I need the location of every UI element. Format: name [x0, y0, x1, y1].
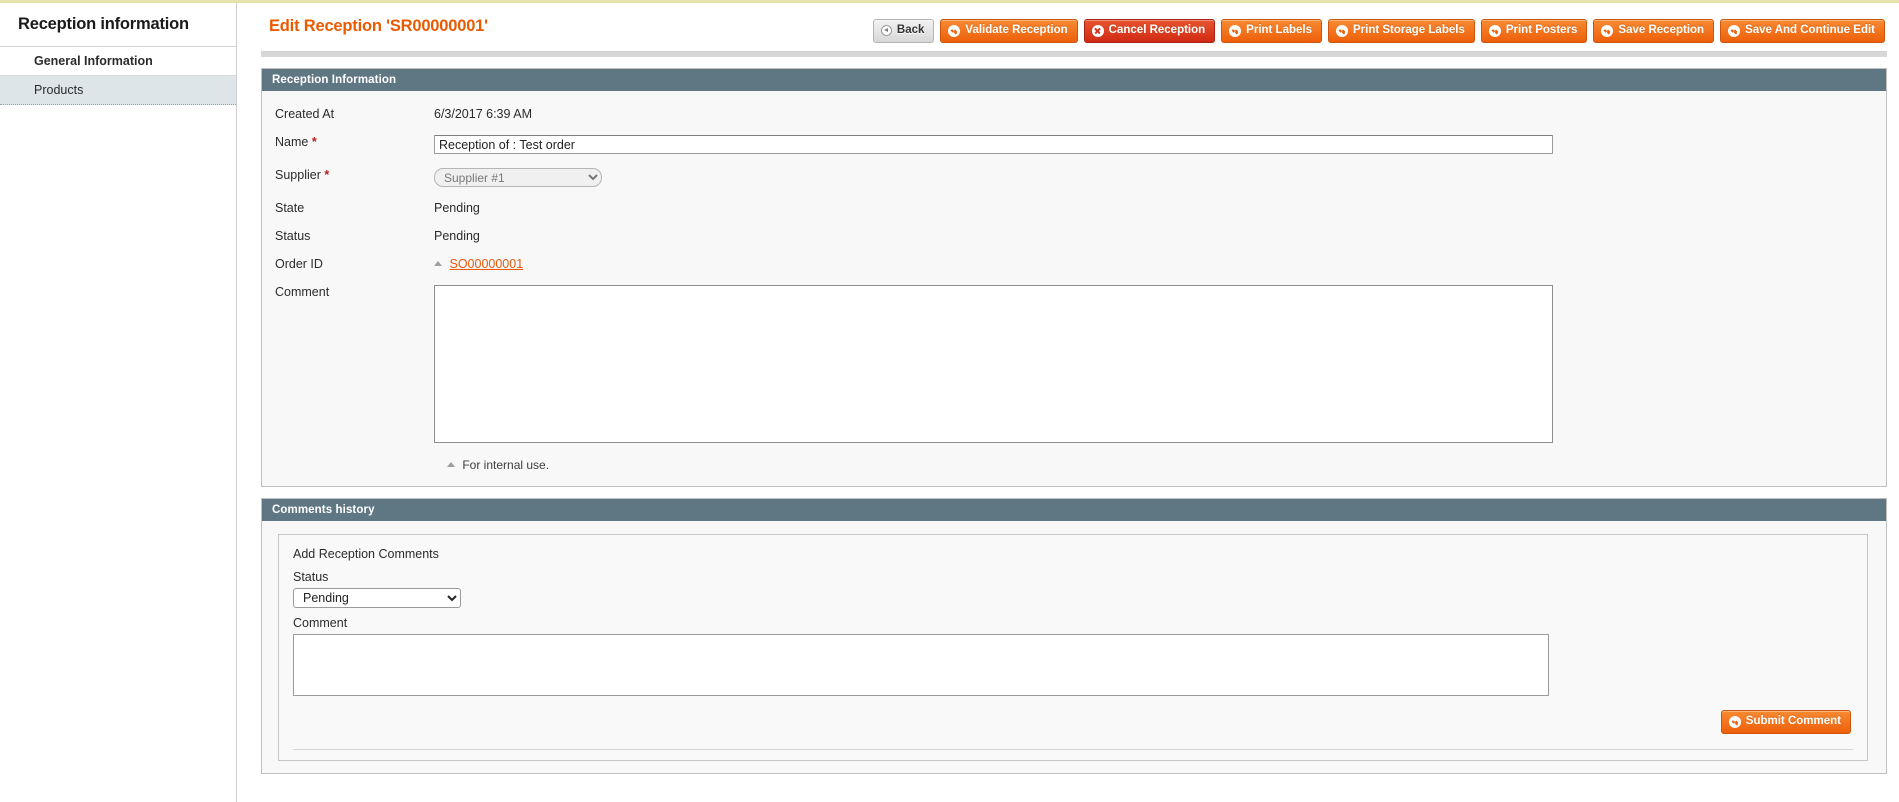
sidebar-title: Reception information — [0, 3, 236, 47]
button-label: Submit Comment — [1745, 715, 1841, 727]
validate-reception-button[interactable]: Validate Reception — [940, 19, 1078, 43]
comment-status-label: Status — [293, 570, 329, 584]
button-label: Validate Reception — [965, 24, 1068, 36]
field-label: Name * — [262, 133, 434, 149]
button-label: Print Storage Labels — [1353, 24, 1465, 36]
save-reception-button[interactable]: Save Reception — [1593, 19, 1715, 43]
add-comment-box: Add Reception Comments Status Pending Co… — [278, 534, 1868, 761]
page-header: Edit Reception 'SR00000001' Back Validat… — [261, 3, 1887, 43]
button-label: Save Reception — [1618, 24, 1705, 36]
field-label-text: Name — [275, 135, 309, 149]
field-label: Order ID — [275, 257, 323, 271]
cross-circle-icon — [1091, 24, 1104, 37]
field-created-at: Created At 6/3/2017 6:39 AM — [262, 105, 1886, 121]
print-posters-button[interactable]: Print Posters — [1480, 19, 1588, 43]
print-labels-button[interactable]: Print Labels — [1221, 19, 1322, 43]
field-label: Status — [275, 229, 311, 243]
state-value: Pending — [434, 201, 480, 215]
field-label-text: Supplier — [275, 168, 321, 182]
button-label: Save And Continue Edit — [1745, 24, 1875, 36]
field-label: Created At — [275, 107, 335, 121]
field-comment: Comment — [262, 283, 1886, 446]
comment-note: For internal use. — [262, 458, 1886, 472]
field-status: Status Pending — [262, 227, 1886, 243]
check-circle-icon — [1728, 24, 1741, 37]
comments-divider — [293, 749, 1853, 750]
main-content: Edit Reception 'SR00000001' Back Validat… — [237, 3, 1899, 802]
triangle-up-icon — [447, 462, 455, 468]
field-supplier: Supplier * Supplier #1 — [262, 166, 1886, 187]
created-at-value: 6/3/2017 6:39 AM — [434, 107, 532, 121]
back-arrow-icon — [880, 25, 892, 36]
header-divider — [261, 51, 1887, 57]
panel-heading: Reception Information — [262, 69, 1886, 91]
name-field-wrap — [434, 133, 1886, 154]
field-order-id: Order ID SO00000001 — [262, 255, 1886, 271]
check-circle-icon — [1336, 24, 1348, 37]
comment-status-select[interactable]: Pending — [293, 588, 461, 608]
back-button[interactable]: Back — [872, 19, 935, 43]
print-storage-labels-button[interactable]: Print Storage Labels — [1328, 19, 1475, 43]
page-root: Reception information General Informatio… — [0, 3, 1899, 802]
submit-comment-button[interactable]: Submit Comment — [1720, 710, 1851, 734]
field-label: Supplier * — [262, 166, 434, 182]
field-label: Comment — [275, 285, 330, 299]
sidebar-item-label: General Information — [34, 54, 153, 68]
panel-heading: Comments history — [262, 499, 1886, 521]
order-id-value-wrap: SO00000001 — [434, 255, 1886, 271]
comment-note-text: For internal use. — [462, 458, 550, 472]
comment-body-label: Comment — [293, 616, 348, 630]
sidebar-item-general-information[interactable]: General Information — [0, 47, 236, 76]
field-label: State — [275, 201, 305, 215]
field-name: Name * — [262, 133, 1886, 154]
button-label: Print Labels — [1246, 24, 1312, 36]
sidebar-item-products[interactable]: Products — [0, 76, 236, 105]
name-input[interactable] — [434, 135, 1553, 154]
sidebar-item-label: Products — [34, 83, 84, 97]
reception-information-panel: Reception Information Created At 6/3/201… — [261, 68, 1887, 487]
save-and-continue-edit-button[interactable]: Save And Continue Edit — [1720, 19, 1885, 43]
button-label: Cancel Reception — [1108, 24, 1206, 36]
panel-body: Created At 6/3/2017 6:39 AM Name * Suppl… — [262, 91, 1886, 486]
triangle-up-icon — [434, 261, 442, 267]
comment-field-wrap — [434, 283, 1886, 446]
required-marker: * — [324, 168, 330, 182]
comment-body-textarea[interactable] — [293, 634, 1549, 696]
sidebar: Reception information General Informatio… — [0, 3, 237, 802]
check-circle-icon — [948, 24, 961, 37]
add-comment-heading: Add Reception Comments — [293, 547, 439, 561]
field-state: State Pending — [262, 199, 1886, 215]
check-circle-icon — [1601, 24, 1614, 37]
action-button-bar: Back Validate Reception Cancel Reception… — [872, 17, 1887, 43]
supplier-field-wrap: Supplier #1 — [434, 166, 1886, 187]
required-marker: * — [311, 135, 317, 149]
comments-history-panel: Comments history Add Reception Comments … — [261, 498, 1887, 774]
comment-textarea[interactable] — [434, 285, 1553, 443]
check-circle-icon — [1728, 715, 1741, 728]
status-value: Pending — [434, 229, 480, 243]
submit-row: Submit Comment — [293, 710, 1853, 734]
page-title: Edit Reception 'SR00000001' — [269, 17, 488, 35]
button-label: Print Posters — [1505, 24, 1578, 36]
order-id-link[interactable]: SO00000001 — [449, 257, 523, 271]
button-label: Back — [896, 24, 925, 36]
check-circle-icon — [1229, 24, 1242, 37]
cancel-reception-button[interactable]: Cancel Reception — [1083, 19, 1216, 43]
supplier-select[interactable]: Supplier #1 — [434, 168, 602, 187]
check-circle-icon — [1488, 24, 1501, 37]
